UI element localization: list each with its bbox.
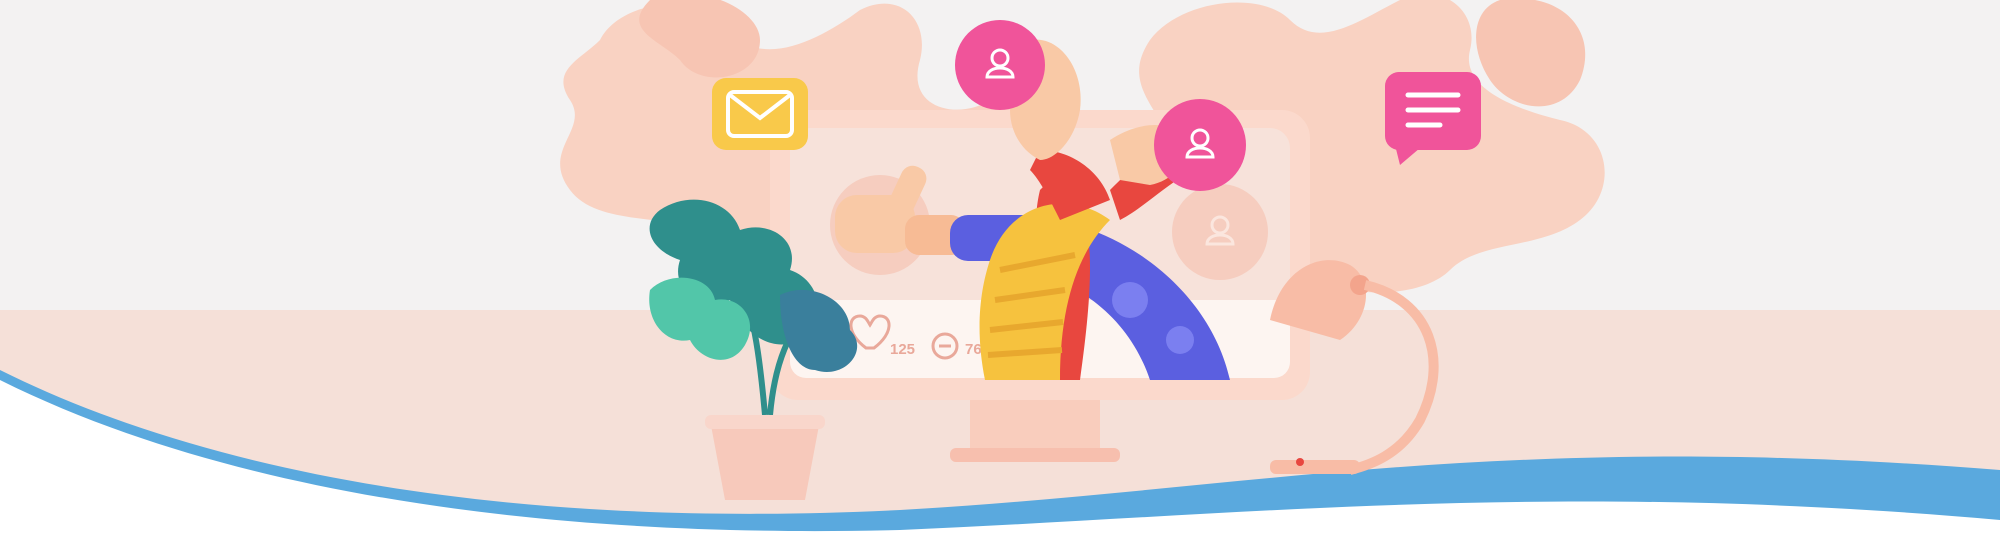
social-media-scene: 125 76 — [0, 0, 2000, 550]
plant-pot — [710, 420, 820, 500]
user-badge-right — [1154, 99, 1246, 191]
mail-icon — [712, 78, 808, 150]
user-badge-top — [955, 20, 1045, 110]
monitor-stand — [950, 395, 1120, 462]
like-count: 125 — [890, 341, 915, 358]
comment-count: 76 — [965, 341, 982, 358]
